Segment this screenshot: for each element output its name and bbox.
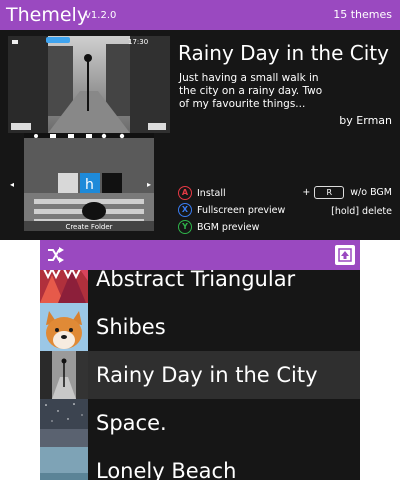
install-label: Install bbox=[197, 187, 226, 199]
preview-right-arrow-icon: ▸ bbox=[147, 180, 152, 189]
fullscreen-preview-label: Fullscreen preview bbox=[197, 204, 286, 216]
selected-theme-name: Rainy Day in the City bbox=[178, 41, 389, 65]
rainy-street-preview-image: h Create Folder bbox=[24, 133, 154, 231]
preview-clock: 17:30 bbox=[128, 38, 148, 46]
list-item[interactable]: Lonely Beach bbox=[40, 447, 360, 480]
x-button-icon: X bbox=[178, 203, 192, 217]
install-hint[interactable]: A Install bbox=[178, 186, 226, 200]
install-icon bbox=[338, 248, 352, 262]
shuffle-icon bbox=[48, 247, 64, 263]
fullscreen-preview-hint[interactable]: X Fullscreen preview bbox=[178, 203, 285, 217]
bgm-preview-hint[interactable]: Y BGM preview bbox=[178, 220, 259, 234]
app-title: Themely bbox=[6, 4, 89, 26]
shibe-dog-thumbnail-icon bbox=[40, 303, 88, 351]
theme-count: 15 themes bbox=[333, 8, 392, 21]
list-item[interactable]: Space. bbox=[40, 399, 360, 447]
rainy-city-thumbnail-icon bbox=[40, 351, 88, 399]
list-item-label: Rainy Day in the City bbox=[96, 363, 318, 387]
top-screen: Themely v1.2.0 15 themes 17:30 h Create … bbox=[0, 0, 400, 240]
install-without-bgm-hint[interactable]: + R w/o BGM bbox=[302, 186, 392, 199]
bottom-screen: Abstract Triangular Shibes Rainy Day in … bbox=[40, 240, 360, 480]
y-button-icon: Y bbox=[178, 220, 192, 234]
theme-preview-bottom[interactable]: h Create Folder bbox=[24, 133, 154, 231]
theme-preview-top[interactable]: 17:30 bbox=[8, 36, 170, 133]
beach-thumbnail-icon bbox=[40, 447, 88, 480]
list-item-selected[interactable]: Rainy Day in the City bbox=[40, 351, 360, 399]
delete-hint[interactable]: [hold] delete bbox=[331, 206, 392, 217]
a-button-icon: A bbox=[178, 186, 192, 200]
list-item-label: Space. bbox=[96, 411, 167, 435]
theme-list[interactable]: Abstract Triangular Shibes Rainy Day in … bbox=[40, 255, 360, 480]
list-item-label: Lonely Beach bbox=[96, 459, 237, 480]
starry-space-thumbnail-icon bbox=[40, 399, 88, 447]
list-item-label: Shibes bbox=[96, 315, 166, 339]
rainy-city-preview-image: 17:30 bbox=[8, 36, 170, 133]
install-button[interactable] bbox=[335, 245, 355, 265]
top-bar: Themely v1.2.0 15 themes bbox=[0, 0, 400, 30]
svg-text:h: h bbox=[85, 177, 94, 193]
without-bgm-label: w/o BGM bbox=[350, 187, 392, 198]
app-version: v1.2.0 bbox=[85, 10, 117, 21]
bottom-bar bbox=[40, 240, 360, 270]
selected-theme-description: Just having a small walk in the city on … bbox=[179, 72, 323, 110]
r-button-icon: R bbox=[314, 186, 345, 199]
list-item[interactable]: Shibes bbox=[40, 303, 360, 351]
bgm-preview-label: BGM preview bbox=[197, 221, 260, 233]
plus-sign: + bbox=[302, 187, 311, 198]
selected-theme-author: by Erman bbox=[339, 114, 392, 127]
preview-left-arrow-icon: ◂ bbox=[10, 180, 15, 189]
preview-folder-label: Create Folder bbox=[65, 223, 112, 231]
shuffle-button[interactable] bbox=[45, 245, 65, 265]
